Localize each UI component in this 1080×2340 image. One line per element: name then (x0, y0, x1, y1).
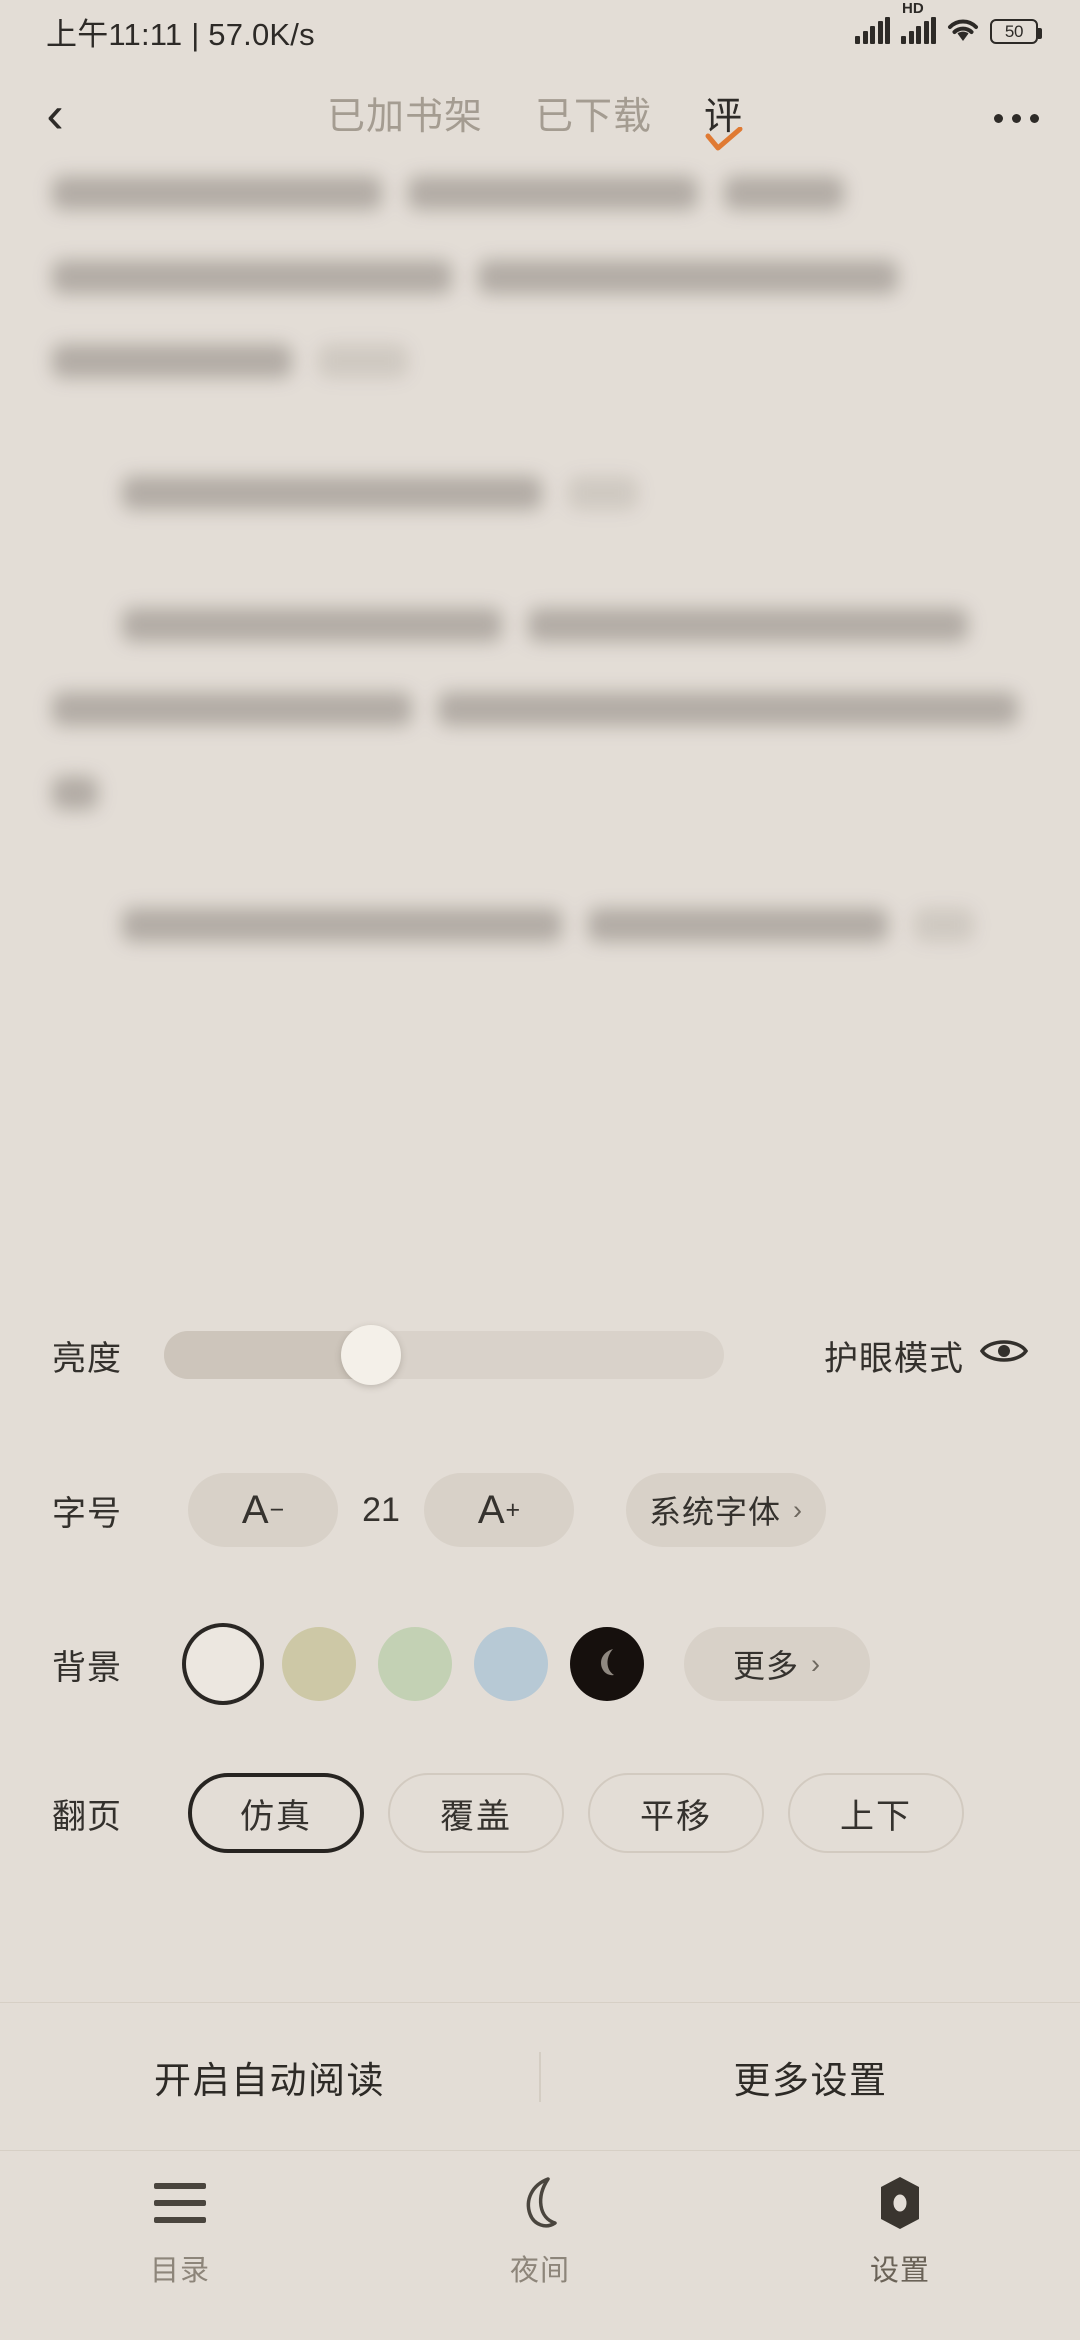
brightness-label: 亮度 (52, 1339, 122, 1378)
font-size-value: 21 (362, 1490, 400, 1529)
gear-hex-icon (876, 2177, 924, 2229)
battery-icon: 50 (990, 19, 1042, 44)
tab-settings[interactable]: 设置 (720, 2177, 1080, 2289)
status-bar-left: 上午11:11 | 57.0K/s (46, 9, 315, 54)
tab-night-label: 夜间 (509, 2255, 570, 2287)
eye-icon (979, 1336, 1029, 1375)
tab-catalog-label: 目录 (149, 2255, 210, 2287)
tab-catalog[interactable]: 目录 (0, 2177, 360, 2289)
nav-tab-review[interactable]: 评 (678, 96, 769, 151)
moon-icon (589, 1644, 625, 1685)
overflow-menu-icon[interactable] (960, 113, 1080, 123)
system-font-label: 系统字体 (648, 1494, 781, 1530)
font-size-increase-button[interactable]: A + (424, 1473, 574, 1547)
font-size-decrease-label: A (241, 1487, 269, 1532)
brightness-row: 亮度 护眼模式 (0, 1280, 1080, 1430)
back-chevron-icon[interactable]: ‹ (0, 89, 110, 147)
page-turn-option-vertical[interactable]: 上下 (788, 1773, 964, 1853)
background-swatch-white[interactable] (186, 1627, 260, 1701)
eye-protection-toggle[interactable]: 护眼模式 (824, 1331, 1029, 1380)
brightness-slider-fill (164, 1331, 372, 1379)
eye-protection-label: 护眼模式 (824, 1339, 964, 1378)
font-size-increase-label: A (477, 1487, 505, 1532)
system-font-button[interactable]: 系统字体 › (626, 1473, 826, 1547)
more-settings-button[interactable]: 更多设置 (541, 2050, 1080, 2104)
reader-settings-panel: 亮度 护眼模式 字号 A − 21 A + 系统字体 › 背景 更多 › 翻页 … (0, 1280, 1080, 2340)
battery-level: 50 (1004, 22, 1024, 41)
background-more-label: 更多 (732, 1648, 799, 1684)
nav-tabs: 已加书架 已下载 评 (110, 96, 960, 151)
status-bar: 上午11:11 | 57.0K/s HD 50 (0, 0, 1080, 62)
font-size-decrease-button[interactable]: A − (188, 1473, 338, 1547)
reader-content[interactable] (0, 176, 1080, 1280)
background-more-button[interactable]: 更多 › (684, 1627, 870, 1701)
brightness-slider[interactable] (164, 1325, 724, 1385)
footer-actions: 开启自动阅读 更多设置 (0, 2002, 1080, 2150)
signal-icon (855, 17, 890, 44)
top-nav-bar: ‹ 已加书架 已下载 评 (0, 62, 1080, 174)
brightness-slider-thumb[interactable] (341, 1325, 402, 1385)
background-swatch-beige[interactable] (282, 1627, 356, 1701)
background-swatch-blue[interactable] (474, 1627, 548, 1701)
page-turn-label: 翻页 (52, 1797, 122, 1836)
background-swatch-dark-night[interactable] (570, 1627, 644, 1701)
bottom-tab-bar: 目录 夜间 设置 (0, 2150, 1080, 2340)
background-row: 背景 更多 › (0, 1590, 1080, 1738)
chevron-right-icon: › (793, 1494, 803, 1525)
page-turn-option-simulate[interactable]: 仿真 (188, 1773, 364, 1853)
status-bar-right: HD 50 (855, 1, 1042, 44)
status-separator: | (191, 16, 200, 52)
font-size-label: 字号 (52, 1494, 122, 1533)
nav-tab-downloaded[interactable]: 已下载 (509, 96, 678, 139)
background-swatch-green[interactable] (378, 1627, 452, 1701)
status-net-speed: 57.0K/s (208, 16, 315, 52)
page-turn-row: 翻页 仿真 覆盖 平移 上下 (0, 1738, 1080, 1888)
chevron-right-icon: › (811, 1648, 821, 1679)
nav-tab-bookshelf[interactable]: 已加书架 (301, 96, 509, 139)
hamburger-menu-icon (154, 2177, 206, 2229)
hd-label: HD (902, 0, 924, 17)
wifi-icon (947, 18, 979, 44)
tab-settings-label: 设置 (869, 2255, 930, 2287)
status-time: 上午11:11 (46, 16, 183, 52)
page-turn-option-cover[interactable]: 覆盖 (388, 1773, 564, 1853)
font-size-row: 字号 A − 21 A + 系统字体 › (0, 1430, 1080, 1590)
check-icon (704, 121, 744, 163)
signal-hd-icon: HD (901, 1, 936, 44)
tab-night[interactable]: 夜间 (360, 2177, 720, 2289)
page-turn-option-slide[interactable]: 平移 (588, 1773, 764, 1853)
auto-read-button[interactable]: 开启自动阅读 (0, 2050, 539, 2104)
background-label: 背景 (52, 1648, 122, 1687)
moon-icon (515, 2177, 565, 2229)
